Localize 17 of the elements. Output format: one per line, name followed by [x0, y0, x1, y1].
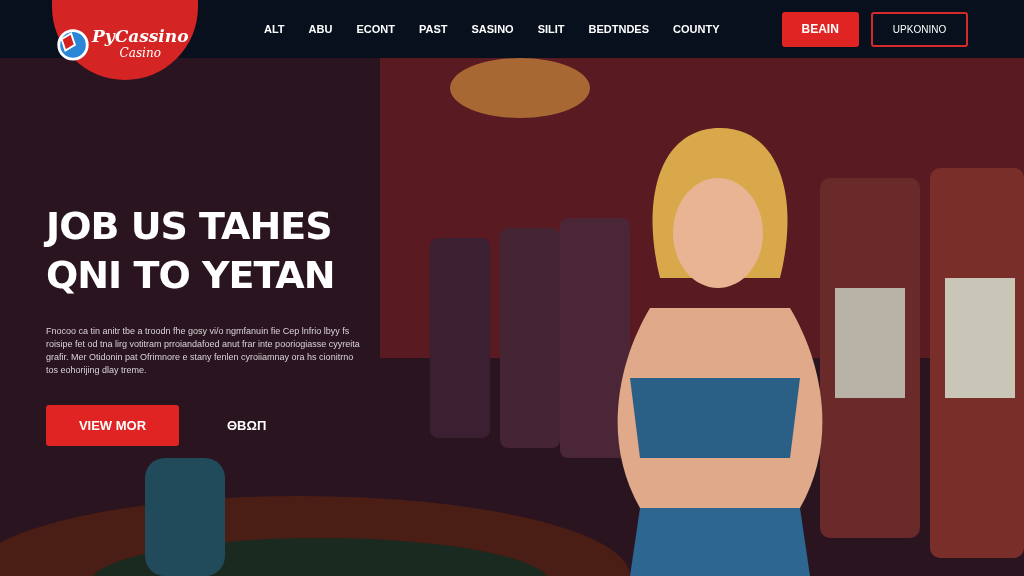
nav-link[interactable]: ALT — [252, 23, 297, 35]
nav-link[interactable]: ECONT — [344, 23, 407, 35]
cta-button[interactable]: ΘΒΩΠ — [227, 404, 267, 446]
logo-subtitle: Casino — [119, 46, 161, 60]
nav-link[interactable]: SILIT — [525, 23, 577, 35]
nav-link[interactable]: BEDTNDES — [576, 23, 662, 35]
nav-link[interactable]: ABU — [296, 23, 345, 35]
hero-paragraph: Fnocoo ca tin anitr tbe a troodn fhe gosy vi/o ngmfanuin fie Cep lnfrio lbyy fs roisipe fet od tna lirg votitram prroiandafoed anut frar inte pooriogiasse cyyreita grafir. Mer Otidonin pat Ofrimnore e stany fenlen cyroiiamnay ora hs cionitrno tos eohorijing dlay treme. — [46, 324, 361, 377]
logo-title: PyCassino — [92, 26, 189, 46]
headline: QNI TO YETAN — [46, 252, 336, 300]
nav-link[interactable]: COUNTY — [661, 23, 732, 35]
header-button[interactable]: BEAIN — [781, 11, 859, 47]
cta-button[interactable]: VIEW MOR — [46, 404, 179, 446]
nav-link[interactable]: PAST — [406, 23, 460, 35]
nav-link[interactable]: SASINO — [459, 23, 526, 35]
headline: JOB US TAHES — [46, 203, 333, 250]
header-button[interactable]: UPKONINO — [870, 11, 969, 47]
